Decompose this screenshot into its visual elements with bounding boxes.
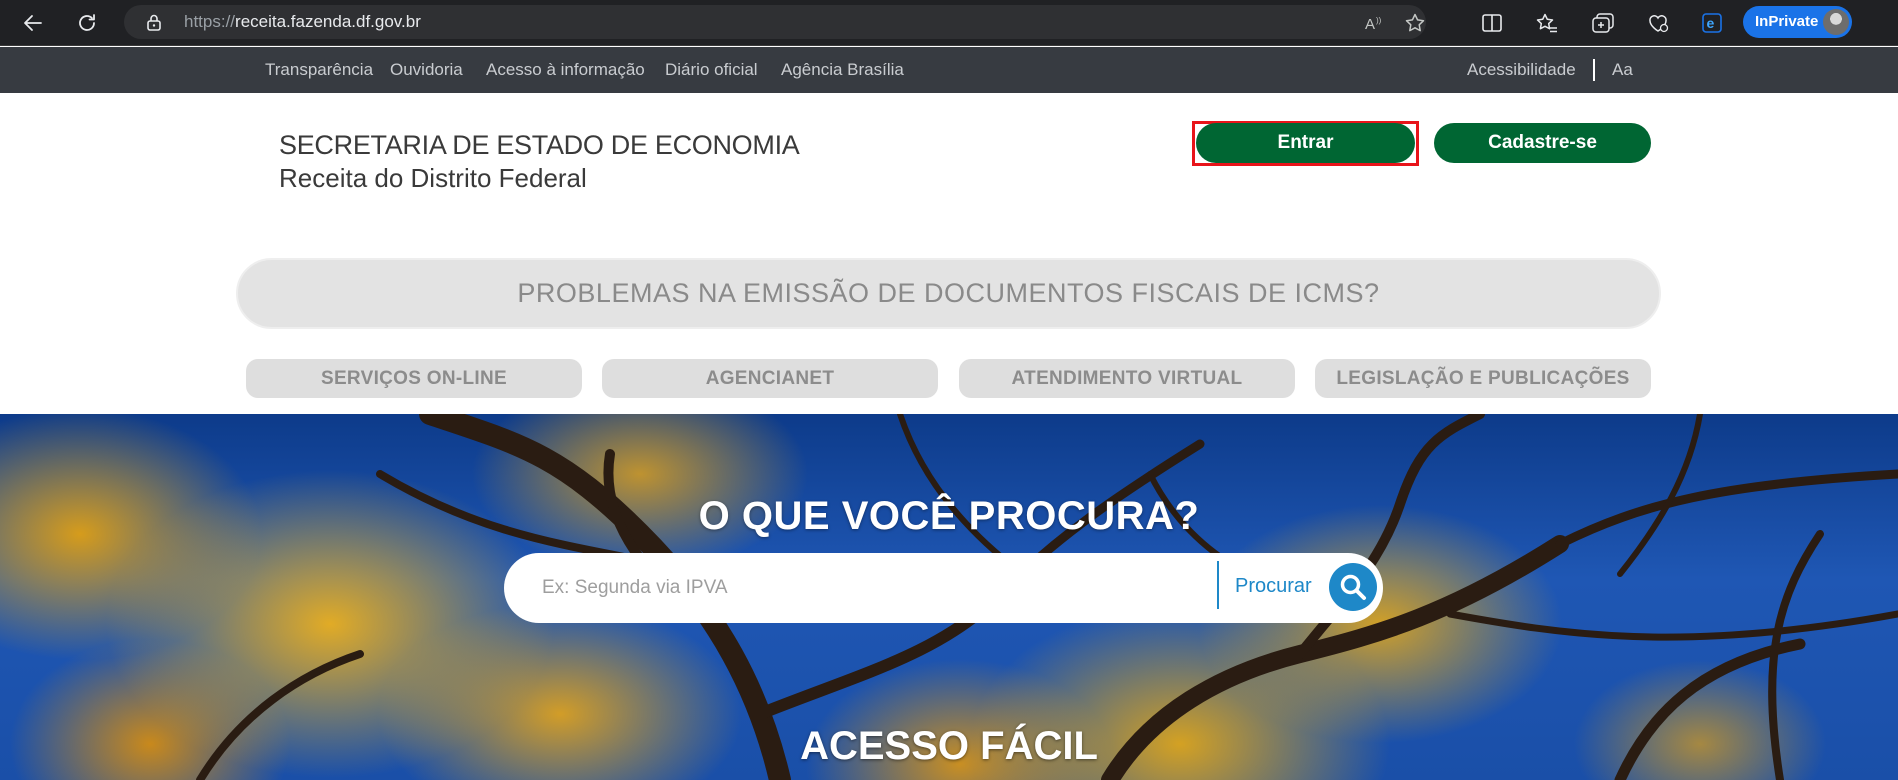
svg-text:A: A (1365, 16, 1375, 32)
search-divider (1217, 561, 1219, 609)
browser-essentials-icon[interactable] (1645, 10, 1671, 36)
divider (1593, 59, 1595, 81)
svg-text:e: e (1707, 15, 1715, 31)
inprivate-badge[interactable]: InPrivate (1743, 6, 1852, 38)
favorite-star-icon[interactable] (1404, 12, 1426, 34)
search-button[interactable] (1329, 563, 1377, 611)
url-host: receita.fazenda.df.gov.br (235, 12, 421, 31)
browser-toolbar: https://receita.fazenda.df.gov.br A)) e … (0, 0, 1898, 46)
gov-link-ouvidoria[interactable]: Ouvidoria (390, 60, 463, 80)
search-input[interactable] (542, 571, 1202, 605)
tab-legislacao-publicacoes[interactable]: LEGISLAÇÃO E PUBLICAÇÕES (1315, 359, 1651, 398)
lock-icon[interactable] (146, 13, 162, 35)
gov-link-agencia-brasilia[interactable]: Agência Brasília (781, 60, 904, 80)
easy-access-heading: ACESSO FÁCIL (800, 724, 1098, 768)
org-subtitle[interactable]: Receita do Distrito Federal (279, 163, 587, 194)
font-size-toggle[interactable]: Aa (1612, 60, 1633, 80)
address-bar[interactable]: https://receita.fazenda.df.gov.br A)) (124, 5, 1426, 39)
org-name[interactable]: SECRETARIA DE ESTADO DE ECONOMIA (279, 130, 800, 161)
split-screen-icon[interactable] (1479, 10, 1505, 36)
svg-text:)): )) (1376, 16, 1382, 25)
avatar[interactable] (1823, 9, 1849, 35)
collections-icon[interactable] (1590, 10, 1616, 36)
tab-servicos-online[interactable]: SERVIÇOS ON-LINE (246, 359, 582, 398)
read-aloud-icon[interactable]: A)) (1364, 12, 1386, 34)
register-button[interactable]: Cadastre-se (1434, 123, 1651, 163)
back-icon[interactable] (18, 8, 48, 38)
hero-banner: O QUE VOCÊ PROCURA? Procurar ACESSO FÁCI… (0, 414, 1898, 780)
edge-icon[interactable]: e (1699, 10, 1725, 36)
hero-title: O QUE VOCÊ PROCURA? (698, 494, 1200, 538)
favorites-icon[interactable] (1534, 10, 1560, 36)
gov-link-diario-oficial[interactable]: Diário oficial (665, 60, 758, 80)
search-icon (1340, 574, 1366, 600)
inprivate-label: InPrivate (1755, 13, 1819, 30)
search-label[interactable]: Procurar (1235, 575, 1312, 598)
url-text[interactable]: https://receita.fazenda.df.gov.br (184, 12, 421, 32)
gov-link-acesso-informacao[interactable]: Acesso à informação (486, 60, 645, 80)
icms-notice-banner[interactable]: PROBLEMAS NA EMISSÃO DE DOCUMENTOS FISCA… (236, 258, 1661, 329)
tab-atendimento-virtual[interactable]: ATENDIMENTO VIRTUAL (959, 359, 1295, 398)
gov-link-transparencia[interactable]: Transparência (265, 60, 373, 80)
url-protocol: https:// (184, 12, 236, 31)
login-button[interactable]: Entrar (1196, 123, 1415, 163)
accessibility-link[interactable]: Acessibilidade (1467, 60, 1576, 80)
refresh-icon[interactable] (72, 8, 102, 38)
search-box: Procurar (504, 553, 1383, 623)
tab-agencianet[interactable]: AGENCIANET (602, 359, 938, 398)
gov-top-bar: Transparência Ouvidoria Acesso à informa… (0, 47, 1898, 93)
